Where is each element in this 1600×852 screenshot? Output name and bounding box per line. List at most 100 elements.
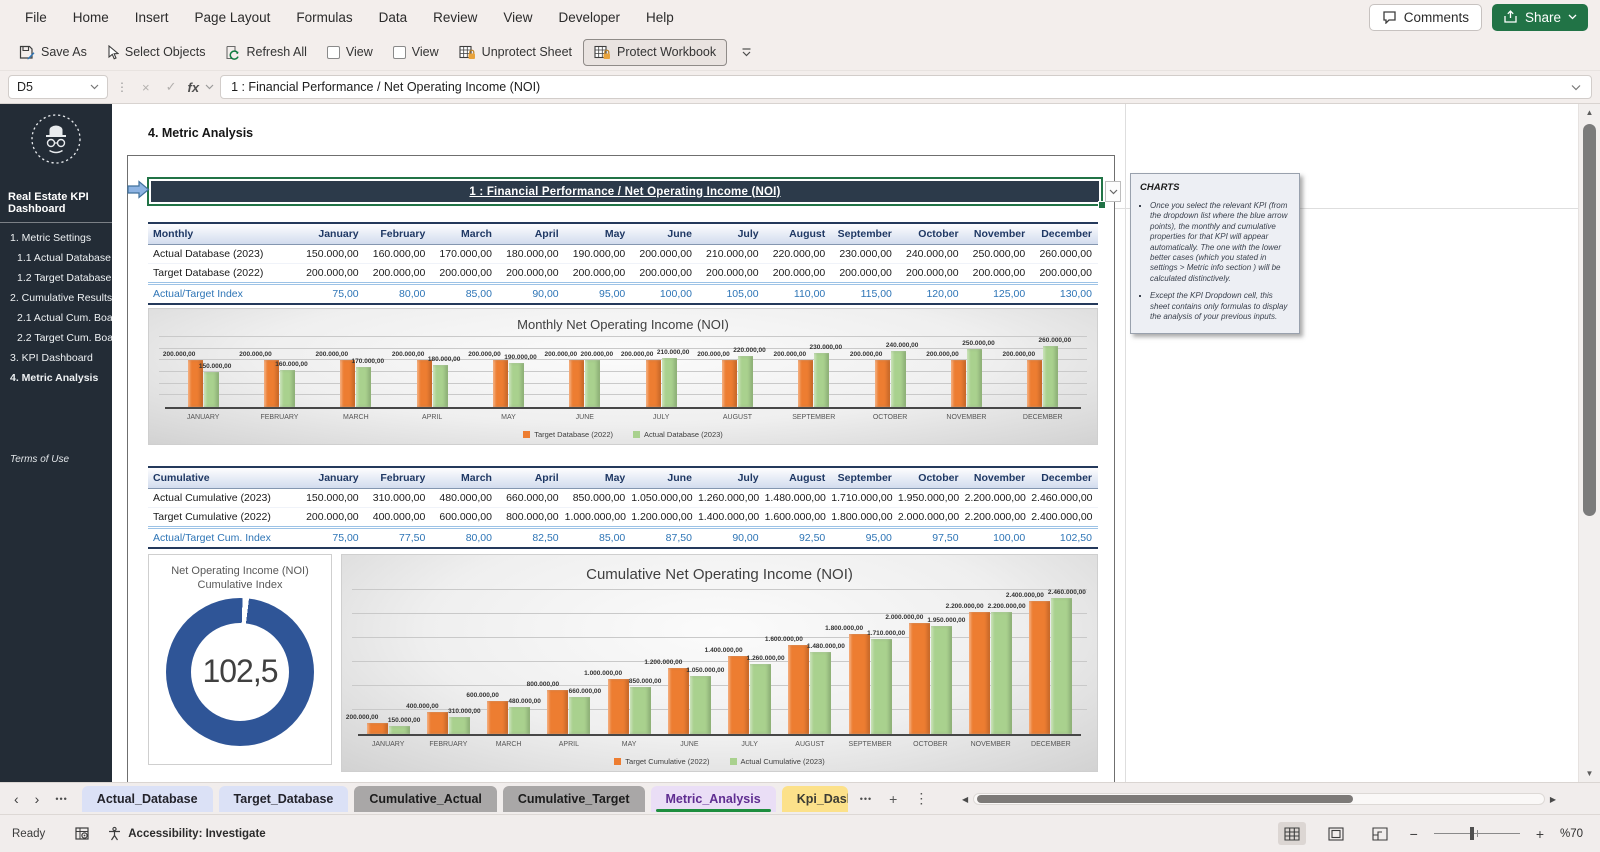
select-objects-button[interactable]: Select Objects bbox=[98, 39, 215, 66]
table-cell: 75,00 bbox=[298, 526, 365, 549]
x-axis-label: MAY bbox=[501, 413, 516, 421]
zoom-in-button[interactable]: + bbox=[1536, 826, 1544, 842]
scroll-up-icon[interactable]: ▲ bbox=[1579, 108, 1600, 117]
sidebar-item-1-2-target-database[interactable]: 1.2 Target Database bbox=[0, 268, 112, 288]
horizontal-scrollbar[interactable]: ◀ ▶ bbox=[962, 792, 1556, 806]
page-break-view-button[interactable] bbox=[1366, 822, 1394, 845]
scroll-down-icon[interactable]: ▼ bbox=[1579, 769, 1600, 778]
normal-view-button[interactable] bbox=[1277, 822, 1306, 845]
formula-bar-collapse-icon[interactable] bbox=[1571, 84, 1581, 91]
sheet-tab-actual_database[interactable]: Actual_Database bbox=[81, 785, 213, 812]
table-cell: 75,00 bbox=[298, 282, 365, 305]
all-sheets-icon[interactable]: ••• bbox=[55, 794, 67, 804]
table-cell: 110,00 bbox=[764, 282, 832, 305]
view-checkbox-2[interactable] bbox=[392, 45, 406, 59]
sidebar-item-1-1-actual-database[interactable]: 1.1 Actual Database bbox=[0, 248, 112, 268]
sidebar-item-4-metric-analysis[interactable]: 4. Metric Analysis bbox=[0, 368, 112, 388]
actual-bar bbox=[890, 351, 906, 407]
row-label: Target Cumulative (2022) bbox=[148, 507, 298, 528]
sidebar-item-2-cumulative-results[interactable]: 2. Cumulative Results bbox=[0, 288, 112, 308]
terms-of-use-link[interactable]: Terms of Use bbox=[0, 454, 112, 465]
scroll-right-icon[interactable]: ▶ bbox=[1550, 795, 1556, 804]
name-box[interactable]: D5 bbox=[8, 75, 108, 99]
view-checkbox-1[interactable] bbox=[326, 45, 340, 59]
view-toggle-2[interactable]: View bbox=[384, 39, 448, 65]
accessibility-status[interactable]: Accessibility: Investigate bbox=[107, 826, 266, 841]
name-box-value: D5 bbox=[17, 80, 33, 94]
kpi-dropdown-button[interactable] bbox=[1105, 181, 1121, 202]
x-axis-label: APRIL bbox=[422, 413, 443, 421]
insert-function-button[interactable]: fx bbox=[188, 80, 200, 95]
sheet-tab-metric_analysis[interactable]: Metric_Analysis bbox=[650, 785, 776, 812]
view-toggle-1[interactable]: View bbox=[318, 39, 382, 65]
table-cell: 200.000,00 bbox=[764, 263, 832, 284]
target-bar bbox=[492, 360, 508, 407]
actual-value-label: 230.000,00 bbox=[809, 344, 843, 352]
zoom-out-button[interactable]: − bbox=[1410, 826, 1418, 842]
menu-review[interactable]: Review bbox=[420, 3, 490, 32]
donut-title: Net Operating Income (NOI) Cumulative In… bbox=[171, 565, 309, 592]
menu-developer[interactable]: Developer bbox=[545, 3, 633, 32]
menu-page-layout[interactable]: Page Layout bbox=[182, 3, 284, 32]
target-bar bbox=[645, 360, 661, 407]
sheet-tab-kpi_dash[interactable]: Kpi_Dash bbox=[781, 785, 848, 812]
actual-value-label: 310.000,00 bbox=[448, 707, 481, 715]
table-cell: 1.710.000,00 bbox=[831, 488, 898, 508]
actual-bar bbox=[388, 725, 410, 734]
row-label: Actual Cumulative (2023) bbox=[148, 488, 298, 508]
sheet-content: 4. Metric Analysis 1 : Financial Perform… bbox=[112, 104, 1578, 782]
table-cell: 2.200.000,00 bbox=[964, 488, 1032, 508]
zoom-tick bbox=[1476, 830, 1478, 837]
refresh-all-button[interactable]: Refresh All bbox=[216, 39, 315, 66]
sheet-tab-cumulative_target[interactable]: Cumulative_Target bbox=[502, 785, 645, 812]
sheet-tab-target_database[interactable]: Target_Database bbox=[218, 785, 349, 812]
menu-view[interactable]: View bbox=[490, 3, 545, 32]
kpi-dropdown-cell[interactable]: 1 : Financial Performance / Net Operatin… bbox=[147, 177, 1106, 209]
table-cell: 200.000,00 bbox=[631, 244, 698, 264]
unprotect-sheet-button[interactable]: Unprotect Sheet bbox=[450, 39, 581, 66]
sidebar-item-2-1-actual-cum-board[interactable]: 2.1 Actual Cum. Board bbox=[0, 308, 122, 328]
sirexcelco-logo-icon bbox=[31, 114, 81, 164]
tab-menu-icon[interactable]: ⋮ bbox=[914, 790, 928, 807]
add-sheet-icon[interactable]: + bbox=[889, 791, 897, 807]
prev-sheet-icon[interactable]: ‹ bbox=[14, 791, 19, 807]
formula-input[interactable]: 1 : Financial Performance / Net Operatin… bbox=[220, 75, 1592, 99]
target-bar bbox=[487, 700, 509, 734]
zoom-slider[interactable] bbox=[1433, 827, 1520, 840]
sidebar-item-1-metric-settings[interactable]: 1. Metric Settings bbox=[0, 228, 112, 248]
share-button[interactable]: Share bbox=[1491, 3, 1588, 31]
vertical-scrollbar[interactable]: ▲ ▼ bbox=[1578, 104, 1600, 782]
menu-file[interactable]: File bbox=[12, 3, 60, 32]
x-axis-label: SEPTEMBER bbox=[848, 740, 892, 748]
confirm-entry-button[interactable]: ✓ bbox=[161, 77, 182, 97]
table-cell: 200.000,00 bbox=[897, 263, 965, 284]
sidebar-item-3-kpi-dashboard[interactable]: 3. KPI Dashboard bbox=[0, 348, 112, 368]
actual-bar bbox=[585, 360, 601, 407]
next-sheet-icon[interactable]: › bbox=[35, 791, 40, 807]
macro-record-button[interactable] bbox=[75, 826, 91, 841]
horizontal-scrollbar-thumb[interactable] bbox=[977, 795, 1354, 803]
zoom-slider-thumb[interactable] bbox=[1469, 827, 1474, 840]
menu-home[interactable]: Home bbox=[60, 3, 122, 32]
sheet-tab-cumulative_actual[interactable]: Cumulative_Actual bbox=[354, 785, 497, 812]
menu-help[interactable]: Help bbox=[633, 3, 687, 32]
toolbar-overflow-button[interactable] bbox=[735, 44, 758, 61]
more-sheets-icon[interactable]: ••• bbox=[860, 794, 872, 804]
comments-button[interactable]: Comments bbox=[1368, 3, 1482, 31]
protect-workbook-button[interactable]: Protect Workbook bbox=[583, 38, 728, 66]
horizontal-scrollbar-track[interactable] bbox=[973, 793, 1545, 805]
menu-formulas[interactable]: Formulas bbox=[283, 3, 365, 32]
target-value-label: 600.000,00 bbox=[466, 691, 499, 699]
zoom-level[interactable]: %70 bbox=[1560, 828, 1588, 840]
scroll-left-icon[interactable]: ◀ bbox=[962, 795, 968, 804]
cancel-entry-button[interactable]: × bbox=[137, 78, 155, 97]
save-as-button[interactable]: Save As bbox=[10, 39, 96, 66]
actual-bar bbox=[203, 372, 219, 407]
sidebar-title: Real Estate KPI Dashboard bbox=[0, 166, 112, 223]
actual-bar bbox=[814, 353, 830, 407]
sidebar-item-2-2-target-cum-board[interactable]: 2.2 Target Cum. Board bbox=[0, 328, 122, 348]
page-layout-view-button[interactable] bbox=[1322, 822, 1350, 845]
vertical-scrollbar-thumb[interactable] bbox=[1583, 124, 1596, 516]
menu-insert[interactable]: Insert bbox=[122, 3, 182, 32]
menu-data[interactable]: Data bbox=[366, 3, 421, 32]
